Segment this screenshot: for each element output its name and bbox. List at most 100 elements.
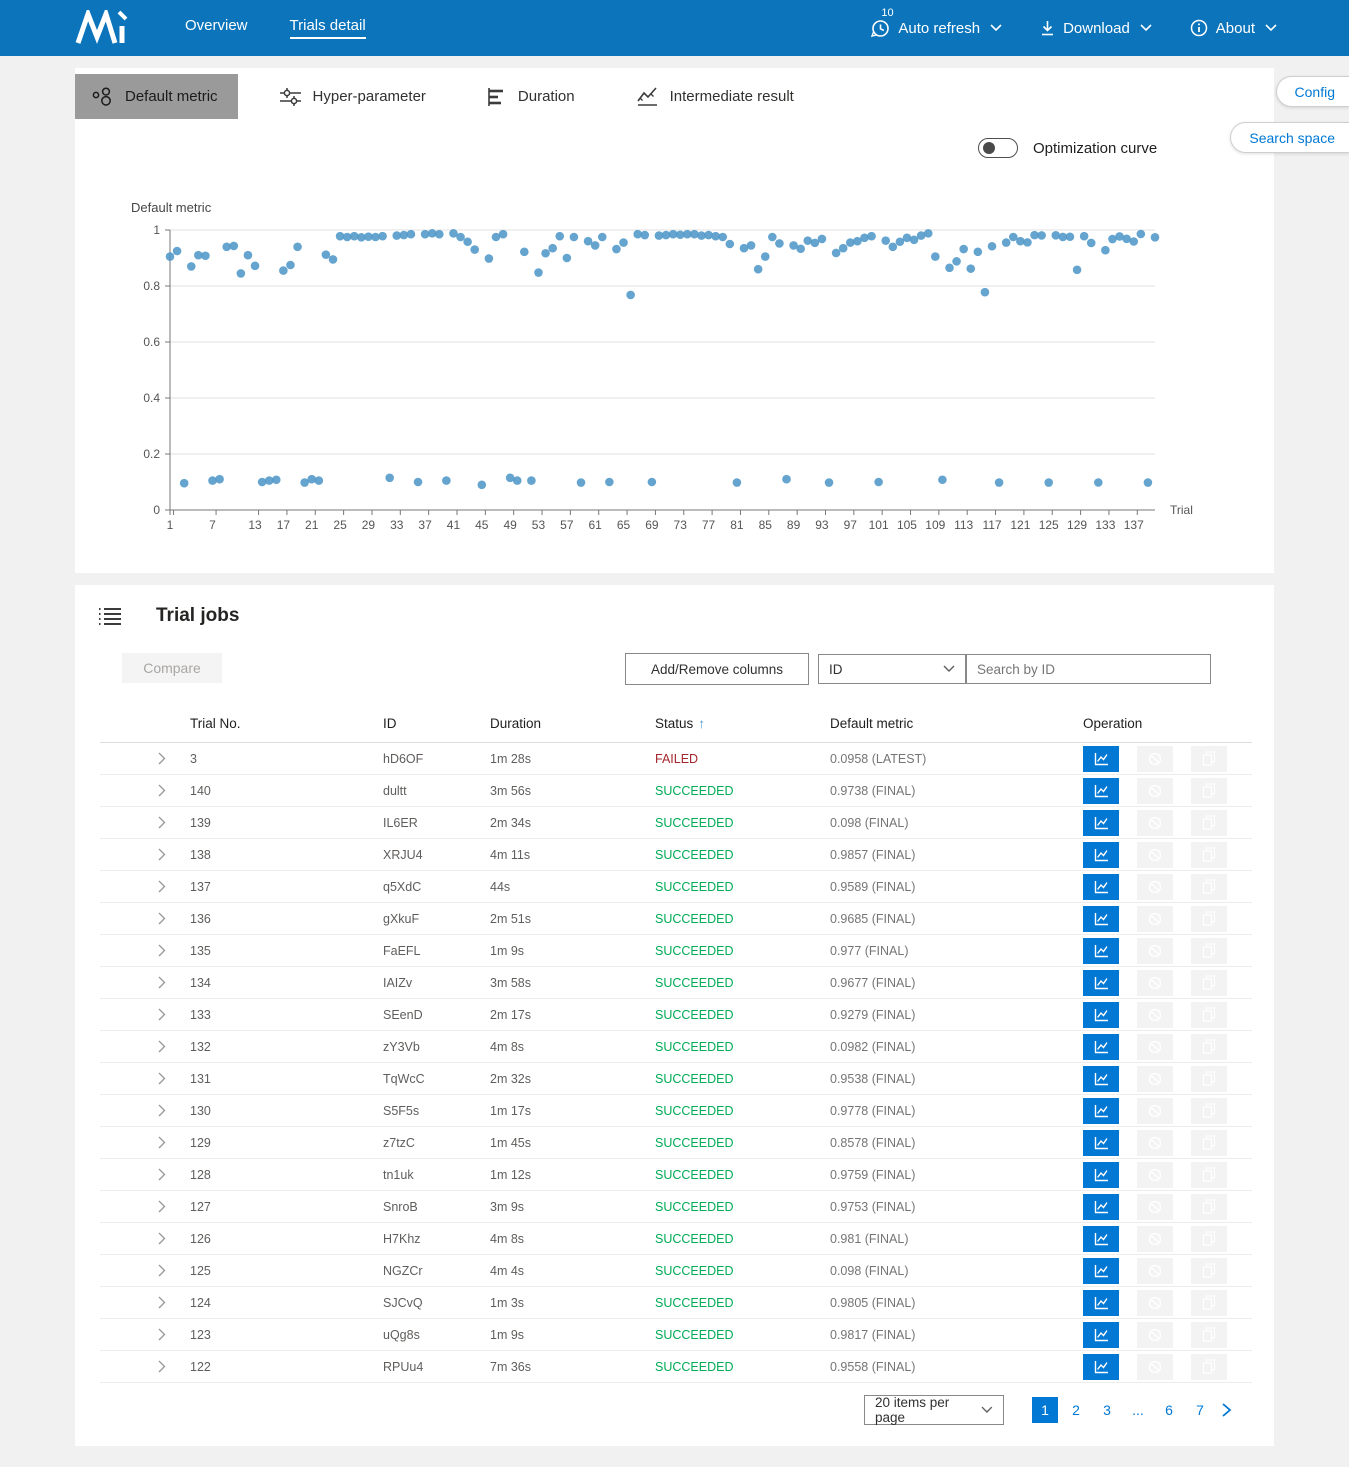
row-expander[interactable] [100,1040,190,1053]
kill-trial-button[interactable] [1137,842,1173,868]
kill-trial-button[interactable] [1137,906,1173,932]
intermediate-result-button[interactable] [1083,1098,1119,1124]
search-input[interactable] [966,654,1211,684]
kill-trial-button[interactable] [1137,1258,1173,1284]
column-header-id[interactable]: ID [383,716,490,731]
kill-trial-button[interactable] [1137,1034,1173,1060]
download-menu[interactable]: Download [1040,20,1152,37]
items-per-page-select[interactable]: 20 items per page [864,1395,1004,1425]
nav-overview[interactable]: Overview [185,17,248,39]
intermediate-result-button[interactable] [1083,1258,1119,1284]
add-remove-columns-button[interactable]: Add/Remove columns [625,653,809,685]
kill-trial-button[interactable] [1137,1322,1173,1348]
kill-trial-button[interactable] [1137,1162,1173,1188]
row-expander[interactable] [100,1008,190,1021]
tab-intermediate-result[interactable]: Intermediate result [619,74,814,119]
intermediate-result-button[interactable] [1083,746,1119,772]
intermediate-result-button[interactable] [1083,1290,1119,1316]
row-expander[interactable] [100,912,190,925]
row-expander[interactable] [100,944,190,957]
auto-refresh-menu[interactable]: 10 Auto refresh [871,19,1002,38]
copy-parameter-button[interactable] [1191,874,1227,900]
copy-parameter-button[interactable] [1191,1322,1227,1348]
row-expander[interactable] [100,1072,190,1085]
page-button-7[interactable]: 7 [1187,1397,1213,1423]
copy-parameter-button[interactable] [1191,1354,1227,1380]
intermediate-result-button[interactable] [1083,1162,1119,1188]
kill-trial-button[interactable] [1137,874,1173,900]
search-type-select[interactable]: ID [818,654,966,684]
nav-trials-detail[interactable]: Trials detail [290,17,366,39]
row-expander[interactable] [100,1296,190,1309]
kill-trial-button[interactable] [1137,1290,1173,1316]
page-button-3[interactable]: 3 [1094,1397,1120,1423]
row-expander[interactable] [100,1200,190,1213]
kill-trial-button[interactable] [1137,970,1173,996]
intermediate-result-button[interactable] [1083,1034,1119,1060]
row-expander[interactable] [100,1104,190,1117]
intermediate-result-button[interactable] [1083,1226,1119,1252]
intermediate-result-button[interactable] [1083,778,1119,804]
row-expander[interactable] [100,784,190,797]
page-button-2[interactable]: 2 [1063,1397,1089,1423]
tab-duration[interactable]: Duration [470,74,595,119]
intermediate-result-button[interactable] [1083,1066,1119,1092]
copy-parameter-button[interactable] [1191,810,1227,836]
row-expander[interactable] [100,816,190,829]
intermediate-result-button[interactable] [1083,1354,1119,1380]
kill-trial-button[interactable] [1137,810,1173,836]
kill-trial-button[interactable] [1137,1066,1173,1092]
intermediate-result-button[interactable] [1083,1322,1119,1348]
row-expander[interactable] [100,1264,190,1277]
copy-parameter-button[interactable] [1191,1034,1227,1060]
column-header-status[interactable]: Status↑ [655,716,830,731]
copy-parameter-button[interactable] [1191,1194,1227,1220]
row-expander[interactable] [100,1328,190,1341]
copy-parameter-button[interactable] [1191,1002,1227,1028]
copy-parameter-button[interactable] [1191,938,1227,964]
intermediate-result-button[interactable] [1083,810,1119,836]
kill-trial-button[interactable] [1137,746,1173,772]
tab-hyper-parameter[interactable]: Hyper-parameter [262,74,446,119]
intermediate-result-button[interactable] [1083,1002,1119,1028]
search-space-button[interactable]: Search space [1230,122,1349,153]
optimization-curve-toggle[interactable] [978,138,1018,158]
kill-trial-button[interactable] [1137,1098,1173,1124]
copy-parameter-button[interactable] [1191,842,1227,868]
copy-parameter-button[interactable] [1191,778,1227,804]
copy-parameter-button[interactable] [1191,906,1227,932]
page-button-1[interactable]: 1 [1032,1397,1058,1423]
about-menu[interactable]: About [1190,19,1277,37]
copy-parameter-button[interactable] [1191,1290,1227,1316]
kill-trial-button[interactable] [1137,1002,1173,1028]
next-page-button[interactable] [1221,1402,1232,1418]
copy-parameter-button[interactable] [1191,746,1227,772]
kill-trial-button[interactable] [1137,1130,1173,1156]
intermediate-result-button[interactable] [1083,970,1119,996]
tab-default-metric[interactable]: Default metric [75,74,238,119]
copy-parameter-button[interactable] [1191,970,1227,996]
row-expander[interactable] [100,1360,190,1373]
column-header-default-metric[interactable]: Default metric [830,716,1083,731]
column-header-operation[interactable]: Operation [1083,716,1252,731]
row-expander[interactable] [100,976,190,989]
config-button[interactable]: Config [1276,76,1349,107]
intermediate-result-button[interactable] [1083,1194,1119,1220]
intermediate-result-button[interactable] [1083,938,1119,964]
page-button-6[interactable]: 6 [1156,1397,1182,1423]
kill-trial-button[interactable] [1137,1226,1173,1252]
copy-parameter-button[interactable] [1191,1226,1227,1252]
copy-parameter-button[interactable] [1191,1258,1227,1284]
kill-trial-button[interactable] [1137,1194,1173,1220]
row-expander[interactable] [100,1168,190,1181]
copy-parameter-button[interactable] [1191,1130,1227,1156]
row-expander[interactable] [100,880,190,893]
column-header-trial-no-[interactable]: Trial No. [190,716,383,731]
row-expander[interactable] [100,1136,190,1149]
row-expander[interactable] [100,1232,190,1245]
intermediate-result-button[interactable] [1083,1130,1119,1156]
intermediate-result-button[interactable] [1083,906,1119,932]
copy-parameter-button[interactable] [1191,1098,1227,1124]
compare-button[interactable]: Compare [122,653,222,683]
column-header-duration[interactable]: Duration [490,716,655,731]
